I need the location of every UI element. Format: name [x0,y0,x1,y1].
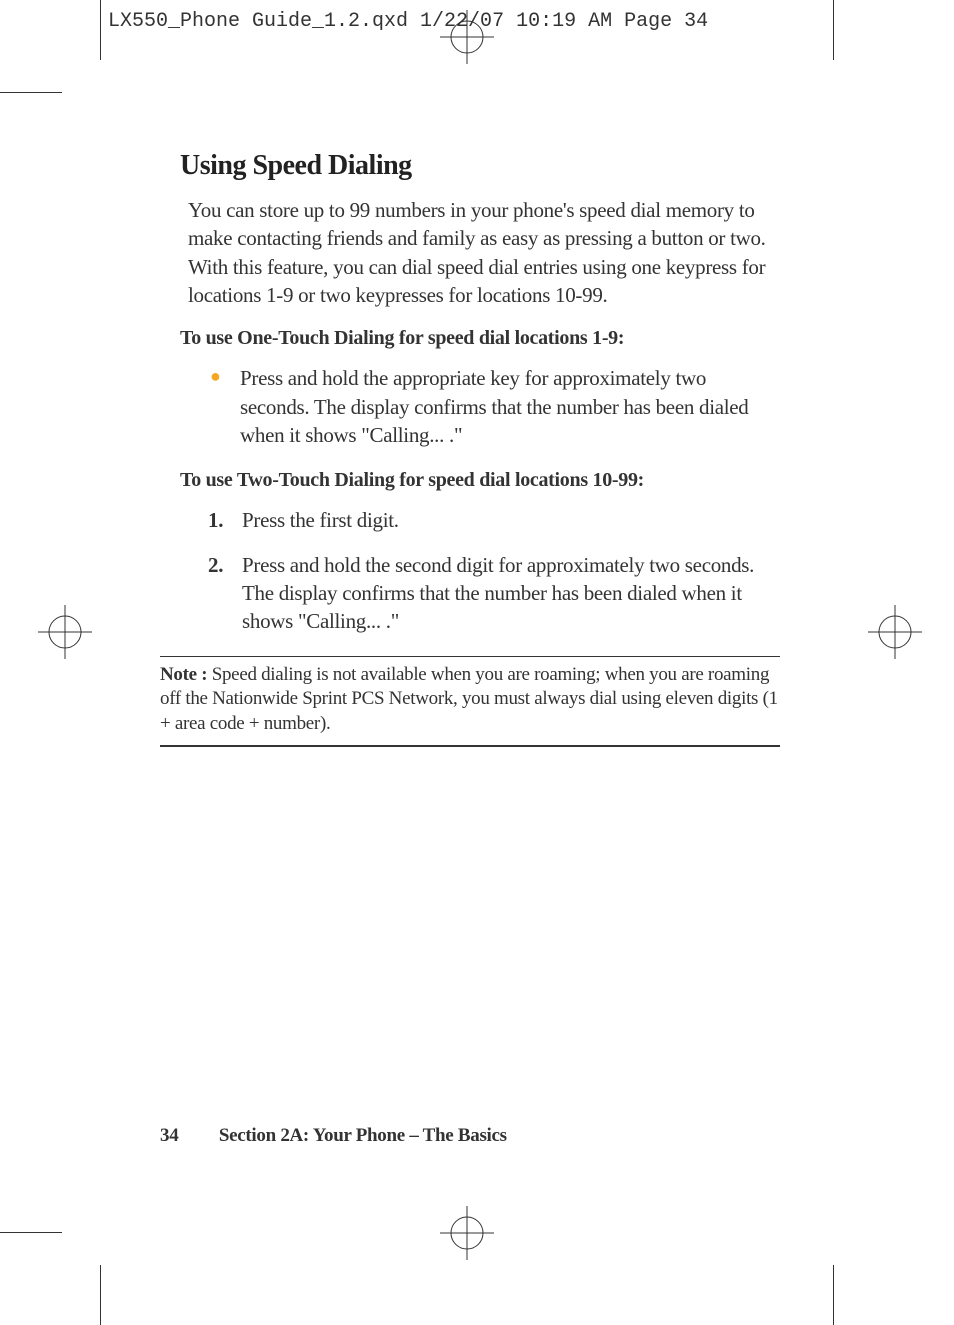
note-block: Note : Speed dialing is not available wh… [160,656,780,747]
list-item: Press and hold the appropriate key for a… [210,364,780,449]
step-number: 2. [208,551,223,579]
crop-mark [0,1232,62,1233]
step-text: Press the first digit. [242,508,399,532]
section-label: Section 2A: Your Phone – The Basics [219,1125,507,1146]
registration-mark-icon [38,605,92,664]
bullet-list: Press and hold the appropriate key for a… [210,364,780,449]
page-content: Using Speed Dialing You can store up to … [160,150,780,747]
list-item: 1. Press the first digit. [208,506,780,534]
note-label: Note : [160,664,212,685]
document-slug: LX550_Phone Guide_1.2.qxd 1/22/07 10:19 … [108,10,708,33]
crop-mark [100,0,101,60]
crop-mark [833,1265,834,1325]
section-title: Using Speed Dialing [180,150,780,182]
intro-paragraph: You can store up to 99 numbers in your p… [188,196,780,309]
page-number: 34 [160,1125,178,1146]
page-footer: 34 Section 2A: Your Phone – The Basics [160,1125,507,1147]
crop-mark [100,1265,101,1325]
note-text: Speed dialing is not available when you … [160,664,778,734]
registration-mark-icon [440,1206,494,1265]
step-number: 1. [208,506,223,534]
subheading-one-touch: To use One-Touch Dialing for speed dial … [180,327,780,350]
step-text: Press and hold the second digit for appr… [242,553,754,634]
registration-mark-icon [868,605,922,664]
list-item: 2. Press and hold the second digit for a… [208,551,780,636]
numbered-list: 1. Press the first digit. 2. Press and h… [208,506,780,635]
subheading-two-touch: To use Two-Touch Dialing for speed dial … [180,469,780,492]
crop-mark [833,0,834,60]
crop-mark [0,92,62,93]
